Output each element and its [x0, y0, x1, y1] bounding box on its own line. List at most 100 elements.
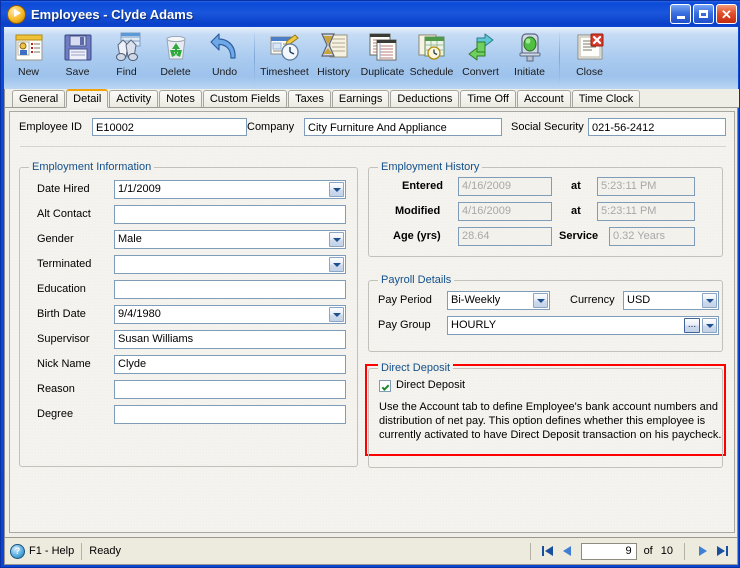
status-separator-1 [81, 542, 83, 560]
age-value: 28.64 [458, 227, 552, 246]
toolbar-button-close[interactable]: Close [565, 27, 614, 87]
toolbar: New Save Find Delete Undo Timesheet Hist… [4, 27, 738, 90]
record-number-input[interactable]: 9 [580, 542, 637, 560]
toolbar-label-duplicate: Duplicate [360, 66, 405, 78]
toolbar-separator-1 [254, 30, 255, 84]
nick-name-label: Nick Name [37, 358, 91, 370]
education-label: Education [37, 283, 86, 295]
toolbar-button-history[interactable]: History [309, 27, 358, 87]
social-security-label: Social Security [511, 121, 584, 133]
tab-time-clock[interactable]: Time Clock [571, 90, 641, 107]
currency-combo[interactable]: USD [623, 291, 719, 310]
tab-detail[interactable]: Detail [66, 89, 109, 108]
toolbar-button-new[interactable]: New [4, 27, 53, 87]
direct-deposit-checkbox-label: Direct Deposit [396, 379, 466, 391]
terminated-label: Terminated [37, 258, 92, 270]
currency-label: Currency [570, 294, 615, 306]
reason-input[interactable] [114, 380, 346, 399]
close-button[interactable]: ✕ [716, 4, 737, 24]
pay-group-combo[interactable]: HOURLY ... [447, 316, 719, 335]
chevron-down-icon[interactable] [329, 232, 344, 247]
gender-combo[interactable]: Male [114, 230, 346, 249]
chevron-down-icon[interactable] [329, 307, 344, 322]
toolbar-label-save: Save [65, 66, 90, 78]
employment-information-group: Employment Information Date Hired 1/1/20… [19, 161, 358, 467]
company-label: Company [247, 121, 295, 133]
chevron-down-icon[interactable] [329, 257, 344, 272]
last-record-icon[interactable] [712, 542, 732, 560]
tab-custom-fields[interactable]: Custom Fields [202, 90, 288, 107]
client-area: General Detail Activity Notes Custom Fie… [4, 89, 739, 537]
close-document-icon [577, 33, 603, 60]
toolbar-button-timesheet[interactable]: Timesheet [260, 27, 309, 87]
gender-value: Male [118, 233, 142, 245]
status-text: Ready [89, 545, 122, 557]
tab-notes[interactable]: Notes [159, 90, 202, 107]
tab-general[interactable]: General [12, 90, 66, 107]
degree-label: Degree [37, 408, 74, 420]
tab-time-off[interactable]: Time Off [460, 90, 516, 107]
modified-label: Modified [395, 205, 441, 217]
minimize-button[interactable] [670, 4, 691, 24]
entered-at-label: at [571, 180, 581, 192]
birth-date-combo[interactable]: 9/4/1980 [114, 305, 346, 324]
timesheet-clock-icon [270, 34, 299, 61]
tab-strip: General Detail Activity Notes Custom Fie… [5, 89, 739, 108]
social-security-input[interactable]: 021-56-2412 [588, 118, 726, 136]
degree-input[interactable] [114, 405, 346, 424]
next-record-icon[interactable] [692, 542, 712, 560]
toolbar-button-convert[interactable]: Convert [456, 27, 505, 87]
toolbar-button-schedule[interactable]: Schedule [407, 27, 456, 87]
chevron-down-icon[interactable] [702, 293, 717, 308]
previous-record-icon[interactable] [558, 542, 578, 560]
first-record-icon[interactable] [538, 542, 558, 560]
birth-date-value: 9/4/1980 [118, 308, 161, 320]
nick-name-input[interactable]: Clyde [114, 355, 346, 374]
supervisor-input[interactable]: Susan Williams [114, 330, 346, 349]
direct-deposit-checkbox[interactable] [379, 380, 391, 392]
date-hired-label: Date Hired [37, 183, 90, 195]
tab-earnings[interactable]: Earnings [331, 90, 390, 107]
date-hired-combo[interactable]: 1/1/2009 [114, 180, 346, 199]
age-label: Age (yrs) [393, 230, 441, 242]
toolbar-button-undo[interactable]: Undo [200, 27, 249, 87]
employee-id-label: Employee ID [19, 121, 82, 133]
duplicate-pages-icon [369, 33, 396, 61]
toolbar-label-new: New [17, 66, 39, 78]
help-hint[interactable]: ? F1 - Help [5, 543, 75, 559]
date-hired-value: 1/1/2009 [118, 183, 161, 195]
chevron-down-icon[interactable] [702, 318, 717, 333]
pay-period-combo[interactable]: Bi-Weekly [447, 291, 550, 310]
ellipsis-lookup-button[interactable]: ... [684, 318, 700, 333]
birth-date-label: Birth Date [37, 308, 86, 320]
toolbar-button-delete[interactable]: Delete [151, 27, 200, 87]
alt-contact-input[interactable] [114, 205, 346, 224]
help-label: F1 - Help [29, 545, 75, 557]
tab-deductions[interactable]: Deductions [390, 90, 460, 107]
terminated-combo[interactable] [114, 255, 346, 274]
toolbar-label-initiate: Initiate [514, 66, 545, 78]
service-label: Service [559, 230, 599, 242]
chevron-down-icon[interactable] [533, 293, 548, 308]
window-controls: ✕ [670, 4, 737, 24]
toolbar-label-close: Close [576, 66, 603, 78]
tab-taxes[interactable]: Taxes [288, 90, 331, 107]
toolbar-button-initiate[interactable]: Initiate [505, 27, 554, 87]
company-input[interactable]: City Furniture And Appliance [304, 118, 502, 136]
help-question-icon: ? [10, 543, 25, 559]
toolbar-button-save[interactable]: Save [53, 27, 102, 87]
employee-id-input[interactable]: E10002 [92, 118, 247, 136]
education-input[interactable] [114, 280, 346, 299]
pay-period-label: Pay Period [378, 294, 432, 306]
toolbar-button-find[interactable]: Find [102, 27, 151, 87]
new-record-icon [15, 34, 42, 61]
tab-activity[interactable]: Activity [109, 90, 159, 107]
employees-window: Employees - Clyde Adams ✕ New Save Find … [0, 0, 740, 568]
maximize-button[interactable] [693, 4, 714, 24]
tab-account[interactable]: Account [516, 90, 571, 107]
chevron-down-icon[interactable] [329, 182, 344, 197]
header-field-row: Employee ID E10002 Company City Furnitur… [10, 118, 736, 140]
hourglass-history-icon [320, 33, 347, 58]
trash-recycle-delete-icon [165, 35, 186, 60]
toolbar-button-duplicate[interactable]: Duplicate [358, 27, 407, 87]
